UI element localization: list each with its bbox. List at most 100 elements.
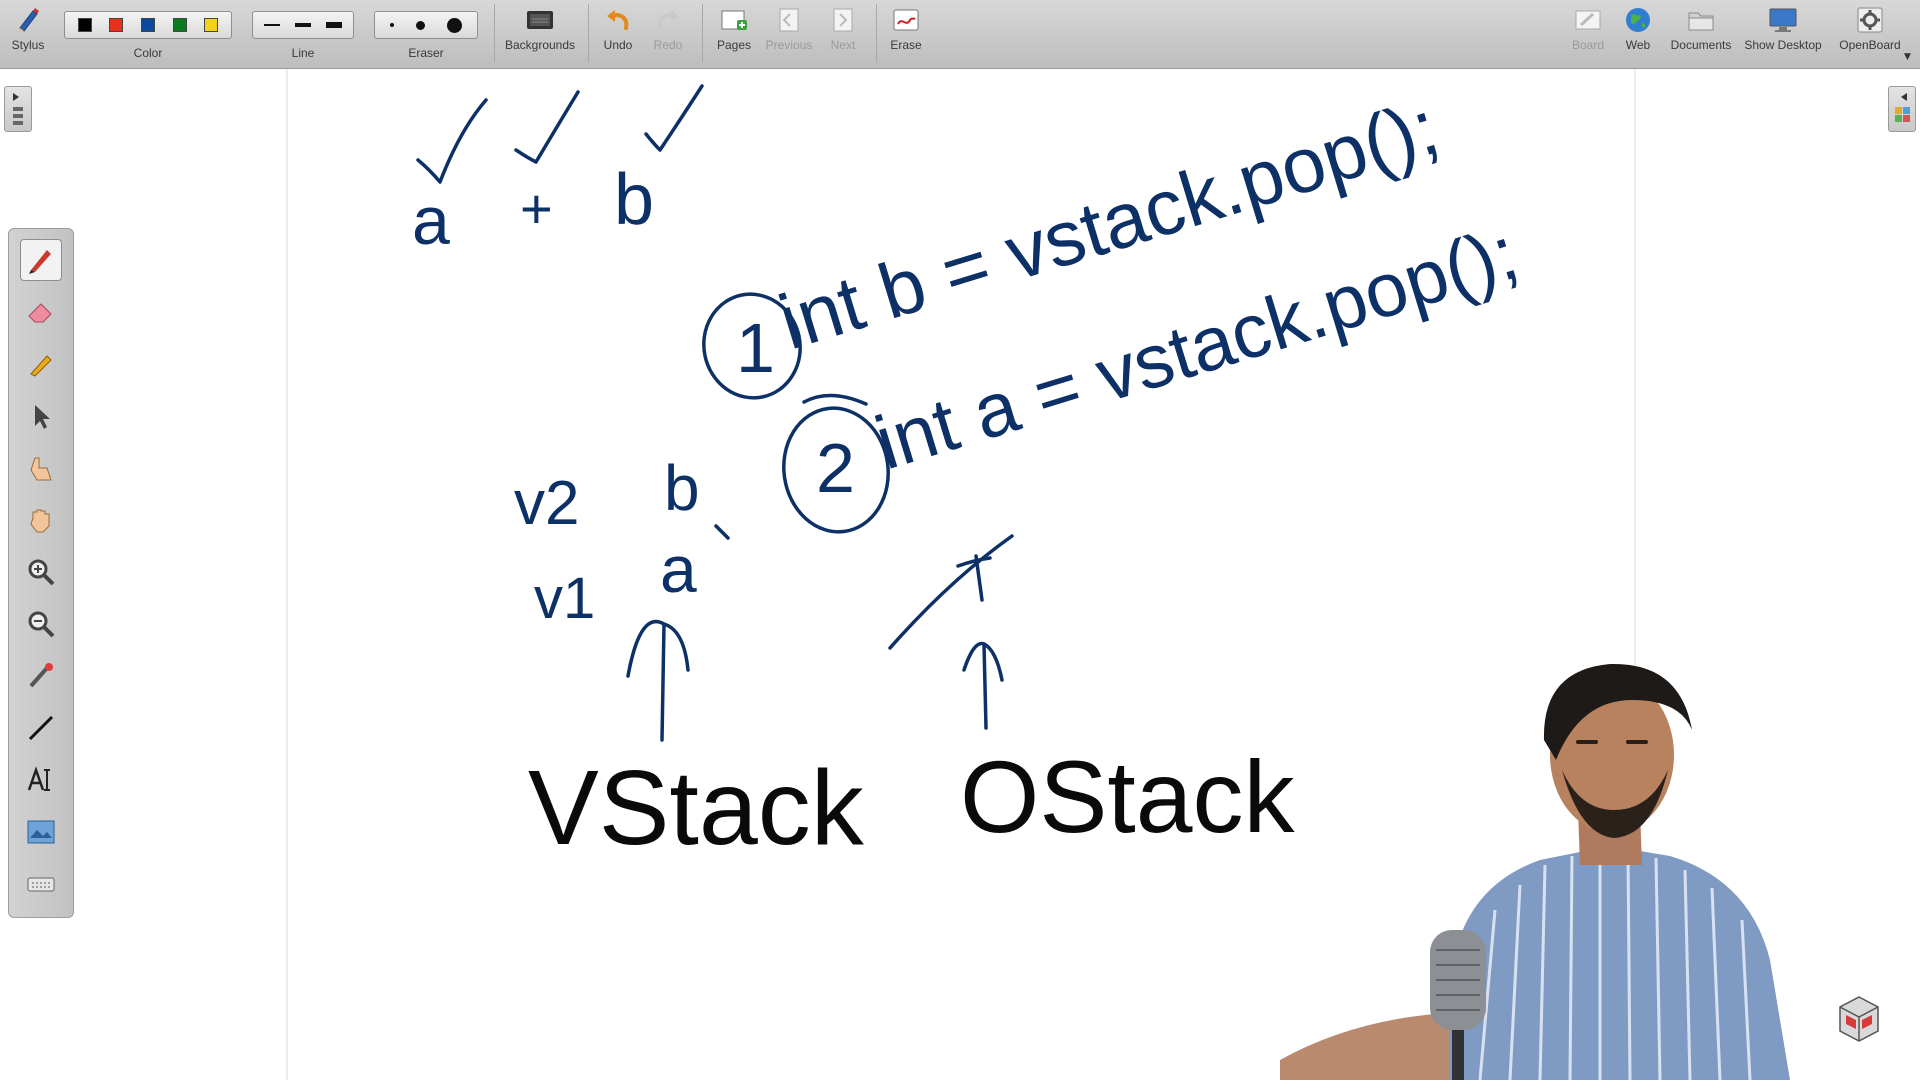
redo-icon [652,4,684,36]
pages-icon [718,4,750,36]
zoom-in-icon [28,559,55,586]
web-label: Web [1625,38,1651,52]
marker-tool-button[interactable] [20,343,62,385]
next-page-button[interactable]: Next [822,4,864,64]
scribble-stroke [956,554,992,602]
laser-pointer-tool-button[interactable] [20,655,62,697]
openboard-settings-icon [1854,4,1886,36]
backgrounds-button[interactable]: Backgrounds [500,4,580,64]
board-label: Board [1571,38,1605,52]
v2-label: v2 [514,469,579,538]
pages-button[interactable]: Pages [710,4,758,64]
chevron-down-icon[interactable]: ▼ [1904,52,1911,62]
web-mode-button[interactable]: Web [1618,4,1658,64]
marker-icon [30,355,52,377]
line-thin-button[interactable] [264,24,281,26]
toolbar-separator [588,4,589,62]
zoom-in-tool-button[interactable] [20,551,62,593]
previous-page-button[interactable]: Previous [762,4,816,64]
step2-code: int a = vstack.pop(); [866,210,1527,486]
next-label: Next [830,38,856,52]
text-tool-button[interactable] [20,759,62,801]
color-swatch-yellow[interactable] [204,18,219,32]
top-char-b: b [614,160,654,240]
library-icon [1895,93,1910,122]
hand-icon [30,509,50,533]
line-width-selector [252,11,354,39]
color-swatch-red[interactable] [109,18,124,32]
zoom-out-icon [28,611,55,638]
interactor-tool-button[interactable] [20,447,62,489]
stylus-palette [8,228,74,918]
backgrounds-icon [524,4,556,36]
capture-tool-button[interactable] [20,811,62,853]
erase-button[interactable]: Erase [884,4,928,64]
board-mode-button[interactable]: Board [1568,4,1608,64]
line-thick-button[interactable] [325,22,342,28]
documents-mode-button[interactable]: Documents [1666,4,1736,64]
color-selector [64,11,232,39]
toolbar-separator [494,4,495,62]
color-swatch-green[interactable] [172,18,187,32]
eraser-small-button[interactable] [390,23,394,27]
stylus-icon [12,4,44,36]
line-icon [28,715,54,741]
stylus-label: Stylus [11,38,45,52]
tick-stroke [714,524,730,540]
eraser-label: Eraser [408,46,444,60]
pages-label: Pages [716,38,752,52]
v1-value: a [660,532,697,606]
toolbar-separator [702,4,703,62]
undo-label: Undo [603,38,633,52]
ostack-arrow [982,642,988,730]
step2-number: 2 [816,429,855,507]
undo-icon [602,4,634,36]
slash-stroke [888,534,1014,650]
openboard-menu-button[interactable]: OpenBoard [1832,4,1908,64]
circle-annotation [702,292,802,400]
openboard-label: OpenBoard [1839,38,1901,52]
toolbar-separator [876,4,877,62]
text-icon [27,766,50,791]
presenter-image [1280,663,1790,1080]
hand-tool-button[interactable] [20,499,62,541]
undo-button[interactable]: Undo [596,4,640,64]
v2-value: b [664,452,700,524]
globe-icon [1622,4,1654,36]
eraser-tool-button[interactable] [20,291,62,333]
laser-pointer-icon [29,663,53,688]
color-swatch-black[interactable] [77,18,92,32]
right-panel-toggle[interactable] [1888,86,1916,132]
presenter-webcam [1280,660,1920,1080]
capture-icon [27,820,55,844]
virtual-keyboard-button[interactable] [20,863,62,905]
vstack-label: VStack [528,749,865,867]
zoom-out-tool-button[interactable] [20,603,62,645]
selector-tool-button[interactable] [20,395,62,437]
folder-icon [1685,4,1717,36]
next-page-icon [827,4,859,36]
step1-number: 1 [736,309,775,387]
top-char-a: a [412,183,450,259]
redo-button[interactable]: Redo [646,4,690,64]
vstack-arrowhead [626,619,690,678]
erase-icon [890,4,922,36]
line-tool-button[interactable] [20,707,62,749]
board-icon [1572,4,1604,36]
documents-label: Documents [1670,38,1732,52]
eraser-large-button[interactable] [447,17,462,33]
stylus-button[interactable]: Stylus [10,4,46,64]
previous-label: Previous [765,38,813,52]
eraser-medium-button[interactable] [416,20,425,30]
left-panel-toggle[interactable] [4,86,32,132]
interactor-icon [30,457,52,481]
main-toolbar: Stylus Color Line Eraser Backgrounds Und… [0,0,1920,69]
board-border [286,69,288,1080]
color-swatch-blue[interactable] [140,18,155,32]
pen-tool-button[interactable] [20,239,62,281]
line-medium-button[interactable] [294,23,311,27]
check-mark-stroke [416,98,488,184]
show-desktop-button[interactable]: Show Desktop [1742,4,1824,64]
erase-label: Erase [890,38,922,52]
pen-icon [29,250,51,274]
